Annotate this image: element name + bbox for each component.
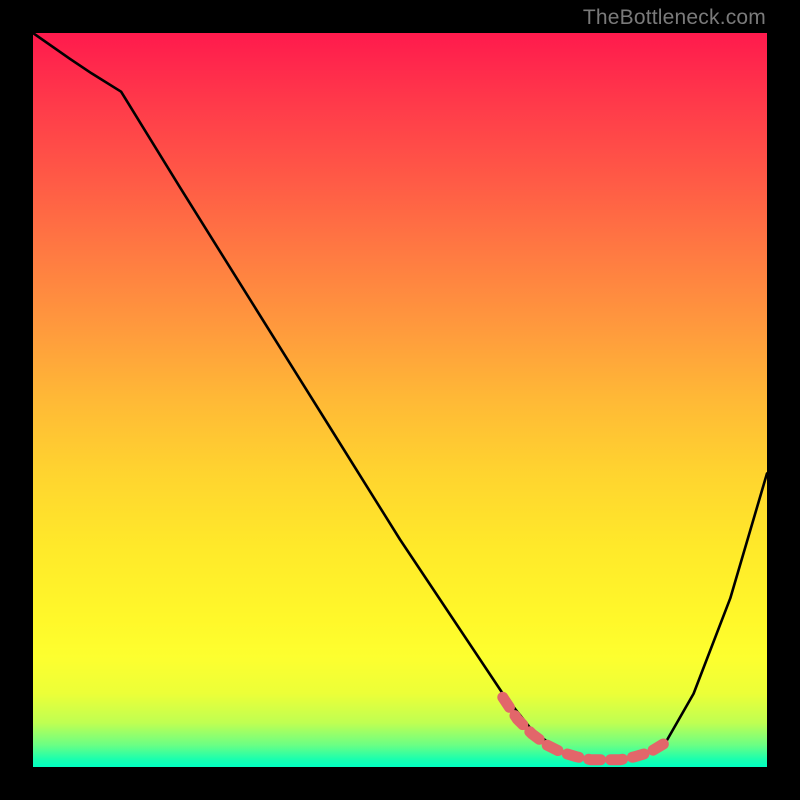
bottleneck-curve bbox=[33, 33, 767, 760]
watermark-text: TheBottleneck.com bbox=[583, 6, 766, 30]
plot-area bbox=[33, 33, 767, 767]
chart-frame: TheBottleneck.com bbox=[0, 0, 800, 800]
highlight-segment bbox=[503, 697, 664, 759]
curve-layer bbox=[33, 33, 767, 767]
